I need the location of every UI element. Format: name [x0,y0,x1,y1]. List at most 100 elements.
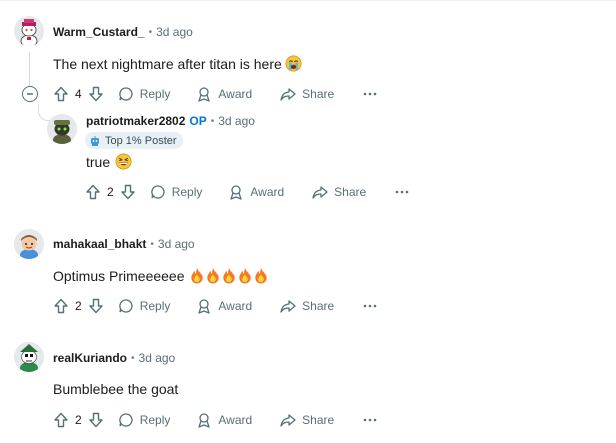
username[interactable]: realKuriando [53,351,127,365]
share-arrow-icon [280,414,296,427]
comment-text: Optimus Primeeeeee [53,267,185,284]
separator-dot: • [210,115,215,127]
award-icon [230,185,243,200]
comment-actions: 2 Reply Award Share [85,182,410,202]
fire-icon [254,267,267,284]
upvote-button[interactable] [53,86,69,102]
comment-meta: patriotmaker2802 OP • 3d ago [86,114,255,128]
avatar[interactable] [14,16,44,46]
avatar[interactable] [14,342,44,372]
comment-bubble-icon [118,87,133,101]
collapse-thread-button[interactable] [22,86,38,102]
vote-score: 2 [75,413,82,427]
more-options-button[interactable] [362,298,378,314]
fire-icon [206,267,219,284]
avatar-snoo-icon [14,342,44,372]
reply-button[interactable]: Reply [150,184,202,200]
vote-score: 2 [75,299,82,313]
ellipsis-icon [363,304,377,308]
top-divider [0,0,616,1]
share-button[interactable]: Share [312,184,366,200]
timestamp[interactable]: 3d ago [139,351,176,365]
comment-text: Bumblebee the goat [53,381,179,397]
downvote-button[interactable] [88,86,104,102]
downvote-button[interactable] [88,298,104,314]
separator-dot: • [131,352,135,364]
downvote-button[interactable] [88,412,104,428]
username[interactable]: patriotmaker2802 [86,114,185,128]
user-flair: Top 1% Poster [85,132,183,149]
share-arrow-icon [312,186,328,199]
reply-button[interactable]: Reply [118,86,170,102]
avatar[interactable] [14,229,44,259]
share-button[interactable]: Share [280,298,334,314]
share-arrow-icon [280,88,296,101]
fire-icon [238,267,251,284]
comment-body: Optimus Primeeeeee [53,267,269,284]
minus-icon [27,93,33,95]
upvote-button[interactable] [85,184,101,200]
grinning-squinting-face-icon [115,153,132,170]
flair-robot-icon [91,135,99,146]
downvote-arrow-icon [88,86,103,102]
comment-actions: 2 Reply Award Share [53,296,378,316]
timestamp[interactable]: 3d ago [156,25,193,39]
comment-actions: 4 Reply Award Share [53,84,378,104]
upvote-arrow-icon [86,184,100,200]
upvote-button[interactable] [53,298,69,314]
crying-face-icon [285,55,302,72]
comment-body: The next nightmare after titan is here [53,55,302,72]
reply-button[interactable]: Reply [118,412,170,428]
award-icon [198,413,211,428]
more-options-button[interactable] [362,86,378,102]
comment-actions: 2 Reply Award Share [53,410,378,430]
more-options-button[interactable] [394,184,410,200]
flair-text: Top 1% Poster [105,134,177,147]
award-button[interactable]: Award [196,412,252,428]
comment-meta: realKuriando • 3d ago [53,351,175,365]
award-button[interactable]: Award [228,184,284,200]
award-icon [198,299,211,314]
thread-line-parent [29,52,30,88]
more-options-button[interactable] [362,412,378,428]
comment-meta: Warm_Custard_ • 3d ago [53,25,193,39]
comment-text: true [86,153,111,170]
share-button[interactable]: Share [280,86,334,102]
avatar-snoo-icon [14,16,44,46]
share-arrow-icon [280,300,296,313]
downvote-button[interactable] [120,184,136,200]
vote-score: 2 [107,185,114,199]
upvote-button[interactable] [53,412,69,428]
share-button[interactable]: Share [280,412,334,428]
award-button[interactable]: Award [196,298,252,314]
timestamp[interactable]: 3d ago [158,237,195,251]
downvote-arrow-icon [88,298,103,314]
vote-score: 4 [75,87,82,101]
award-icon [198,87,211,102]
emoji-group [189,267,269,284]
comment-bubble-icon [118,413,133,427]
award-button[interactable]: Award [196,86,252,102]
upvote-arrow-icon [54,86,68,102]
reply-button[interactable]: Reply [118,298,170,314]
comment-body: true [86,153,132,170]
username[interactable]: Warm_Custard_ [53,25,145,39]
op-badge: OP [189,114,207,128]
separator-dot: • [150,238,154,250]
comment-bubble-icon [150,185,165,199]
ellipsis-icon [395,190,409,194]
downvote-arrow-icon [120,184,135,200]
upvote-arrow-icon [54,412,68,428]
ellipsis-icon [363,418,377,422]
downvote-arrow-icon [88,412,103,428]
upvote-arrow-icon [54,298,68,314]
avatar[interactable] [47,114,77,144]
ellipsis-icon [363,92,377,96]
username[interactable]: mahakaal_bhakt [53,237,146,251]
fire-icon [222,267,235,284]
avatar-snoo-icon [47,114,77,144]
timestamp[interactable]: 3d ago [218,114,255,128]
comment-bubble-icon [118,299,133,313]
comment-body: Bumblebee the goat [53,381,178,397]
comment-meta: mahakaal_bhakt • 3d ago [53,237,195,251]
